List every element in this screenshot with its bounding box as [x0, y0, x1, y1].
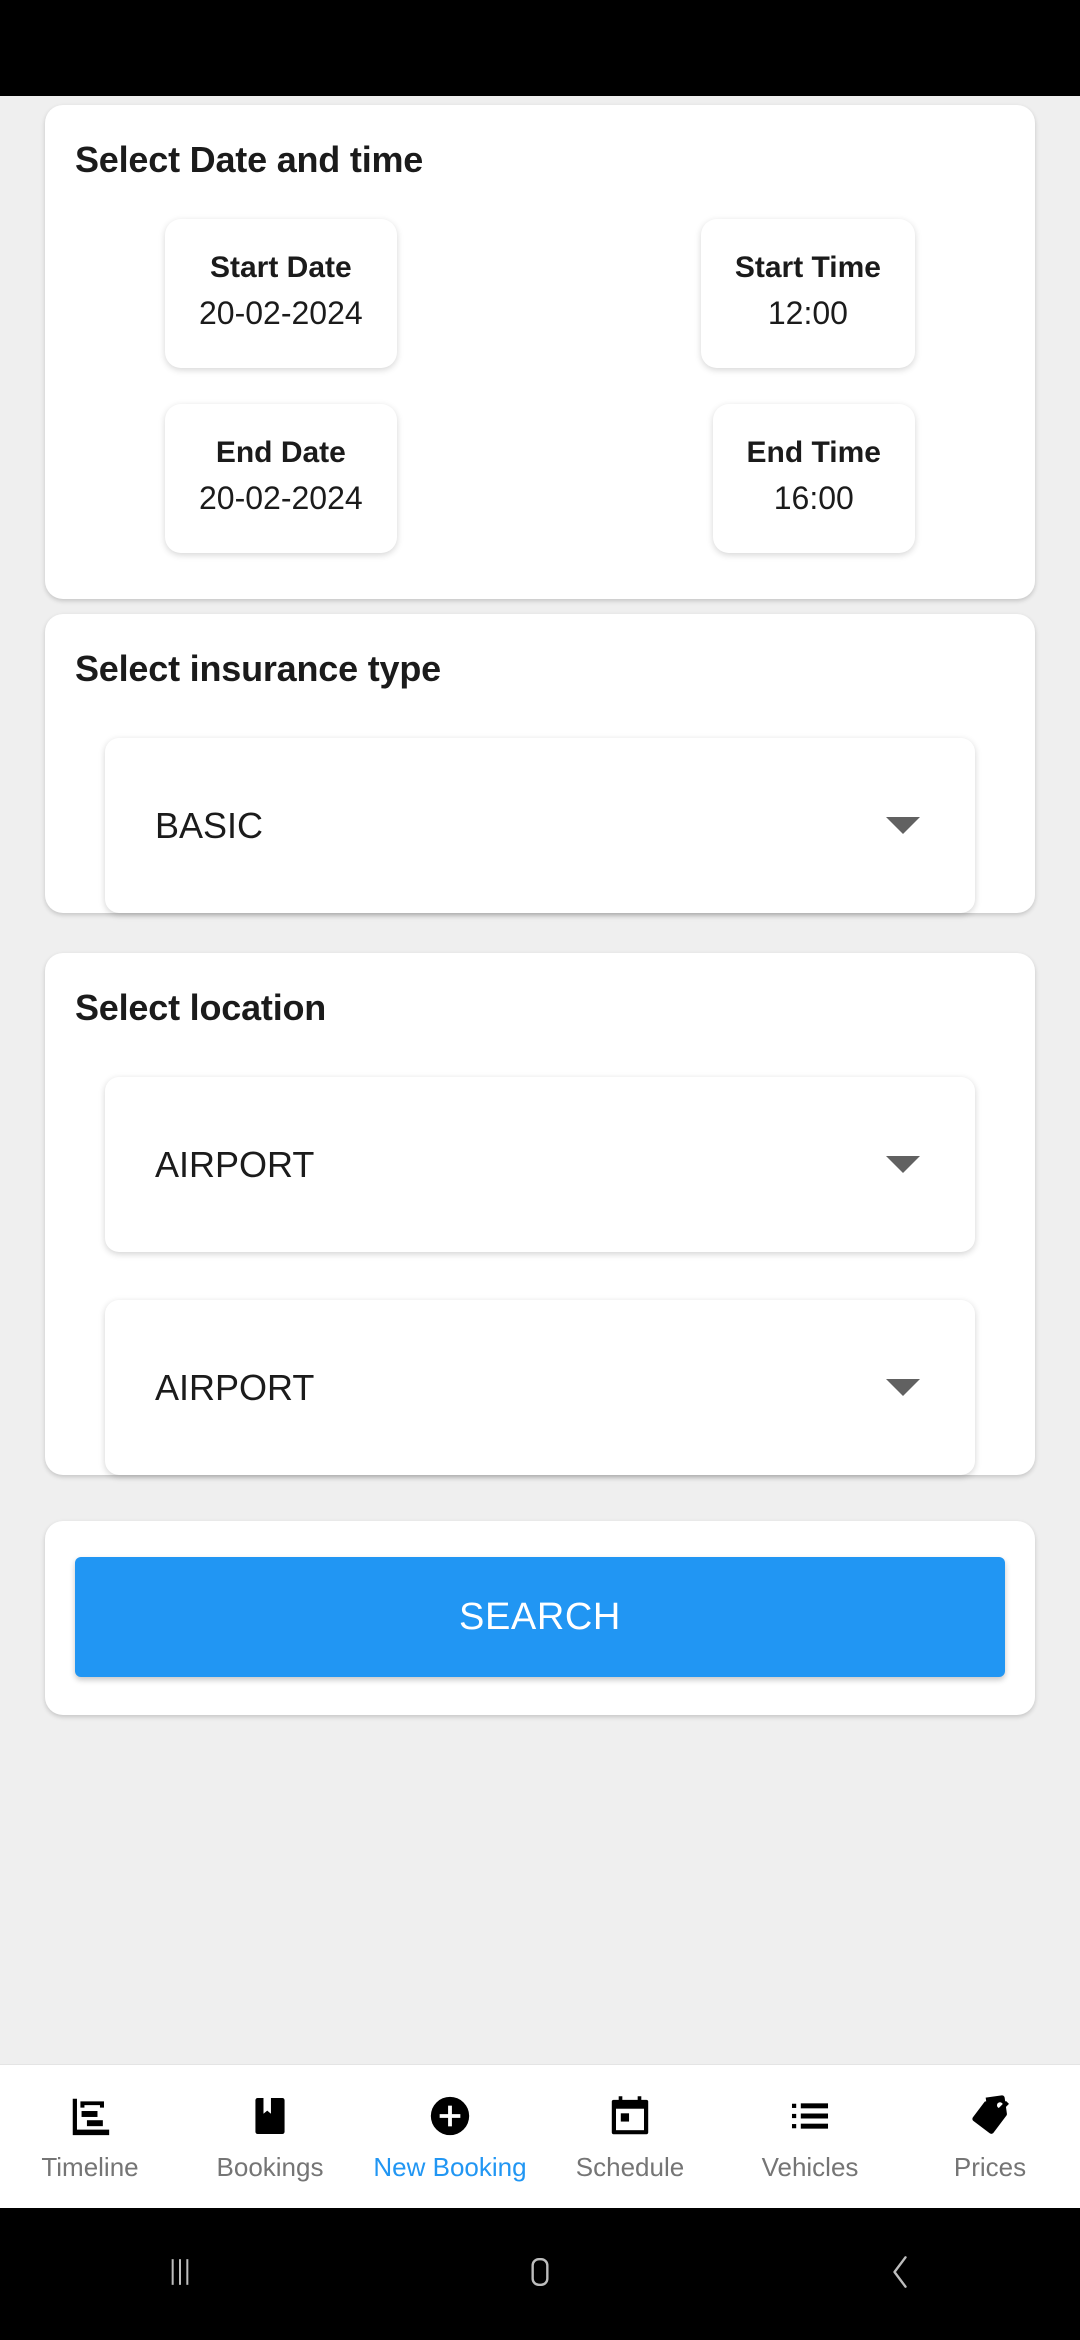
start-date-label: Start Date: [209, 251, 352, 284]
tab-new-booking-label: New Booking: [373, 2152, 527, 2182]
end-date-value: 20-02-2024: [199, 479, 363, 516]
chevron-down-icon: [886, 817, 920, 835]
back-chevron-icon: [878, 2250, 922, 2299]
end-date-field[interactable]: End Date 20-02-2024: [165, 404, 397, 554]
tab-vehicles-label: Vehicles: [761, 2152, 859, 2182]
date-time-row-end: End Date 20-02-2024 End Time 16:00: [45, 404, 1035, 554]
end-date-label: End Date: [215, 436, 346, 470]
tab-bookings[interactable]: Bookings: [180, 2090, 360, 2183]
status-bar: [0, 0, 1080, 96]
bottom-tab-bar: Timeline Bookings New Booking Schedule V…: [0, 2064, 1080, 2208]
insurance-type-dropdown[interactable]: BASIC: [105, 738, 975, 914]
price-tag-icon: [964, 2090, 1016, 2142]
dropoff-location-selected-value: AIRPORT: [155, 1366, 315, 1408]
date-time-section-title: Select Date and time: [75, 139, 424, 180]
tab-schedule-label: Schedule: [575, 2152, 685, 2182]
tab-vehicles[interactable]: Vehicles: [720, 2090, 900, 2183]
tab-timeline[interactable]: Timeline: [0, 2090, 180, 2183]
chevron-down-icon: [886, 1379, 920, 1397]
calendar-icon: [604, 2090, 656, 2142]
insurance-card: Select insurance type BASIC: [45, 614, 1035, 914]
start-time-label: Start Time: [734, 251, 881, 284]
end-time-value: 16:00: [773, 479, 854, 516]
android-home-button[interactable]: [450, 2208, 630, 2340]
android-back-button[interactable]: [810, 2208, 990, 2340]
start-date-value: 20-02-2024: [199, 294, 363, 331]
date-time-row-start: Start Date 20-02-2024 Start Time 12:00: [45, 219, 1035, 369]
timeline-chart-icon: [64, 2090, 116, 2142]
tab-new-booking[interactable]: New Booking: [360, 2090, 540, 2183]
scroll-container[interactable]: Select Date and time Start Date 20-02-20…: [0, 105, 1080, 1716]
location-card: Select location AIRPORT AIRPORT: [45, 953, 1035, 1476]
bookmark-icon: [244, 2090, 296, 2142]
end-time-field[interactable]: End Time 16:00: [712, 404, 915, 554]
home-icon: [518, 2250, 562, 2299]
pickup-location-selected-value: AIRPORT: [155, 1143, 315, 1185]
location-section-title: Select location: [75, 987, 327, 1029]
dropoff-location-dropdown[interactable]: AIRPORT: [105, 1300, 975, 1476]
recents-icon: [158, 2250, 202, 2299]
insurance-type-selected-value: BASIC: [155, 804, 264, 846]
search-card: SEARCH: [45, 1521, 1035, 1716]
tab-timeline-label: Timeline: [41, 2152, 139, 2182]
pickup-location-dropdown[interactable]: AIRPORT: [105, 1077, 975, 1253]
tab-bookings-label: Bookings: [216, 2152, 324, 2182]
plus-circle-icon: [424, 2090, 476, 2142]
tab-prices-label: Prices: [953, 2152, 1027, 2182]
tab-prices[interactable]: Prices: [900, 2090, 1080, 2183]
end-time-label: End Time: [746, 436, 881, 470]
android-navigation-bar: [0, 2208, 1080, 2340]
tab-schedule[interactable]: Schedule: [540, 2090, 720, 2183]
app-content-area: Select Date and time Start Date 20-02-20…: [0, 96, 1080, 2064]
list-icon: [784, 2090, 836, 2142]
date-time-card: Select Date and time Start Date 20-02-20…: [45, 105, 1035, 600]
android-recents-button[interactable]: [90, 2208, 270, 2340]
phone-screen: Select Date and time Start Date 20-02-20…: [0, 0, 1080, 2340]
start-date-field[interactable]: Start Date 20-02-2024: [165, 219, 397, 369]
start-time-value: 12:00: [767, 294, 848, 331]
insurance-section-title: Select insurance type: [75, 648, 441, 690]
search-button[interactable]: SEARCH: [75, 1557, 1005, 1678]
start-time-field[interactable]: Start Time 12:00: [700, 219, 915, 369]
chevron-down-icon: [886, 1156, 920, 1174]
